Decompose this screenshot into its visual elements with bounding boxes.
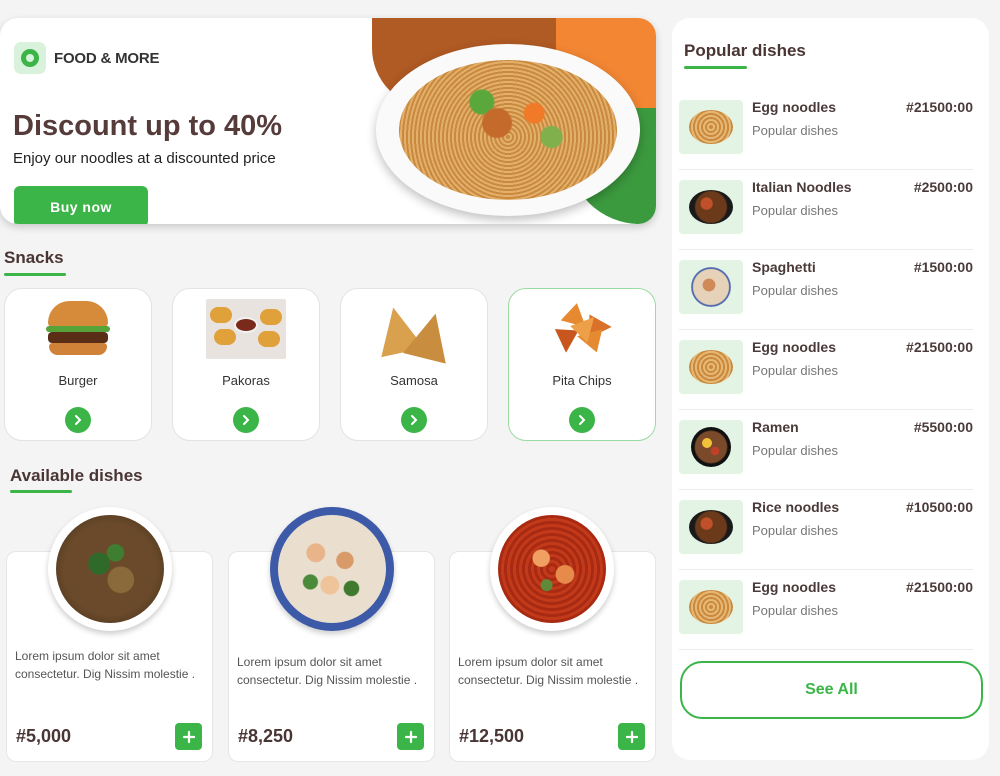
add-to-cart-button[interactable] <box>397 723 424 750</box>
popular-dish-name: Egg noodles <box>752 579 836 595</box>
brand-name: FOOD & MORE <box>54 49 160 67</box>
noodles-image <box>399 60 617 200</box>
popular-dish-row[interactable]: Ramen Popular dishes #5500:00 <box>679 410 973 490</box>
dish-description: Lorem ipsum dolor sit amet consectetur. … <box>458 655 639 687</box>
plus-icon <box>625 730 638 743</box>
egg-noodles-thumbnail <box>679 340 743 394</box>
ramen-thumbnail <box>679 420 743 474</box>
snack-label: Pakoras <box>222 373 270 388</box>
popular-dish-name: Spaghetti <box>752 259 816 275</box>
snack-card-samosa[interactable]: Samosa <box>340 288 488 441</box>
italian-noodles-thumbnail <box>679 180 743 234</box>
brand-logo-icon <box>14 42 46 74</box>
snacks-underline <box>4 273 66 276</box>
promo-banner: FOOD & MORE Discount up to 40% Enjoy our… <box>0 18 656 224</box>
snack-label: Samosa <box>390 373 438 388</box>
snacks-heading: Snacks <box>4 248 64 267</box>
available-dishes-underline <box>10 490 72 493</box>
popular-dish-category: Popular dishes <box>752 123 838 138</box>
snack-open-button[interactable] <box>233 407 259 433</box>
snack-card-pakoras[interactable]: Pakoras <box>172 288 320 441</box>
popular-dish-price: #21500:00 <box>906 579 973 595</box>
available-dishes-heading: Available dishes <box>10 466 143 485</box>
dish-price: #8,250 <box>238 726 294 746</box>
popular-dish-category: Popular dishes <box>752 363 838 378</box>
dish-description: Lorem ipsum dolor sit amet consectetur. … <box>15 649 196 681</box>
popular-dishes-underline <box>684 66 747 69</box>
burger-image <box>38 299 118 359</box>
popular-dishes-panel: Popular dishes Egg noodles Popular dishe… <box>672 18 989 760</box>
noodles-plate-image <box>376 44 640 216</box>
pakoras-image <box>206 299 286 359</box>
popular-dish-price: #5500:00 <box>913 419 973 435</box>
chevron-right-icon <box>243 415 250 425</box>
popular-dish-row[interactable]: Egg noodles Popular dishes #21500:00 <box>679 330 973 410</box>
egg-noodles-thumbnail <box>679 580 743 634</box>
popular-dish-price: #1500:00 <box>913 259 973 275</box>
popular-dish-row[interactable]: Italian Noodles Popular dishes #2500:00 <box>679 170 973 250</box>
popular-dish-category: Popular dishes <box>752 283 838 298</box>
popular-dish-price: #21500:00 <box>906 99 973 115</box>
noodle-soup-image <box>48 507 172 631</box>
popular-dishes-heading: Popular dishes <box>684 41 806 60</box>
promo-headline: Discount up to 40% <box>13 110 283 142</box>
add-to-cart-button[interactable] <box>175 723 202 750</box>
popular-dish-price: #2500:00 <box>913 179 973 195</box>
pita-chips-image <box>542 299 622 359</box>
snack-open-button[interactable] <box>65 407 91 433</box>
snack-label: Pita Chips <box>552 373 612 388</box>
popular-dish-row[interactable]: Rice noodles Popular dishes #10500:00 <box>679 490 973 570</box>
egg-noodles-thumbnail <box>679 100 743 154</box>
brand[interactable]: FOOD & MORE <box>14 42 160 74</box>
add-to-cart-button[interactable] <box>618 723 645 750</box>
chevron-right-icon <box>411 415 418 425</box>
snack-card-burger[interactable]: Burger <box>4 288 152 441</box>
buy-now-button[interactable]: Buy now <box>14 186 148 224</box>
chevron-right-icon <box>75 415 82 425</box>
popular-dish-category: Popular dishes <box>752 443 838 458</box>
snack-open-button[interactable] <box>569 407 595 433</box>
rice-noodles-thumbnail <box>679 500 743 554</box>
promo-subtext: Enjoy our noodles at a discounted price <box>13 150 276 167</box>
popular-dish-name: Egg noodles <box>752 99 836 115</box>
popular-dish-row[interactable]: Spaghetti Popular dishes #1500:00 <box>679 250 973 330</box>
plus-icon <box>404 730 417 743</box>
popular-dish-name: Italian Noodles <box>752 179 852 195</box>
spaghetti-thumbnail <box>679 260 743 314</box>
popular-dish-price: #10500:00 <box>906 499 973 515</box>
plus-icon <box>182 730 195 743</box>
dish-description: Lorem ipsum dolor sit amet consectetur. … <box>237 655 418 687</box>
dish-price: #5,000 <box>16 726 72 746</box>
popular-dish-category: Popular dishes <box>752 523 838 538</box>
see-all-button[interactable]: See All <box>680 661 983 719</box>
popular-dish-price: #21500:00 <box>906 339 973 355</box>
dish-price: #12,500 <box>459 726 525 746</box>
spicy-noodle-soup-image <box>490 507 614 631</box>
snack-label: Burger <box>58 373 98 388</box>
snack-open-button[interactable] <box>401 407 427 433</box>
popular-dish-category: Popular dishes <box>752 203 838 218</box>
seafood-noodles-image <box>270 507 394 631</box>
popular-dish-name: Ramen <box>752 419 799 435</box>
popular-dish-row[interactable]: Egg noodles Popular dishes #21500:00 <box>679 90 973 170</box>
snack-card-pita-chips[interactable]: Pita Chips <box>508 288 656 441</box>
popular-dish-name: Rice noodles <box>752 499 840 515</box>
samosa-image <box>371 299 457 364</box>
popular-dish-row[interactable]: Egg noodles Popular dishes #21500:00 <box>679 570 973 650</box>
popular-dish-category: Popular dishes <box>752 603 838 618</box>
popular-dish-name: Egg noodles <box>752 339 836 355</box>
chevron-right-icon <box>579 415 586 425</box>
